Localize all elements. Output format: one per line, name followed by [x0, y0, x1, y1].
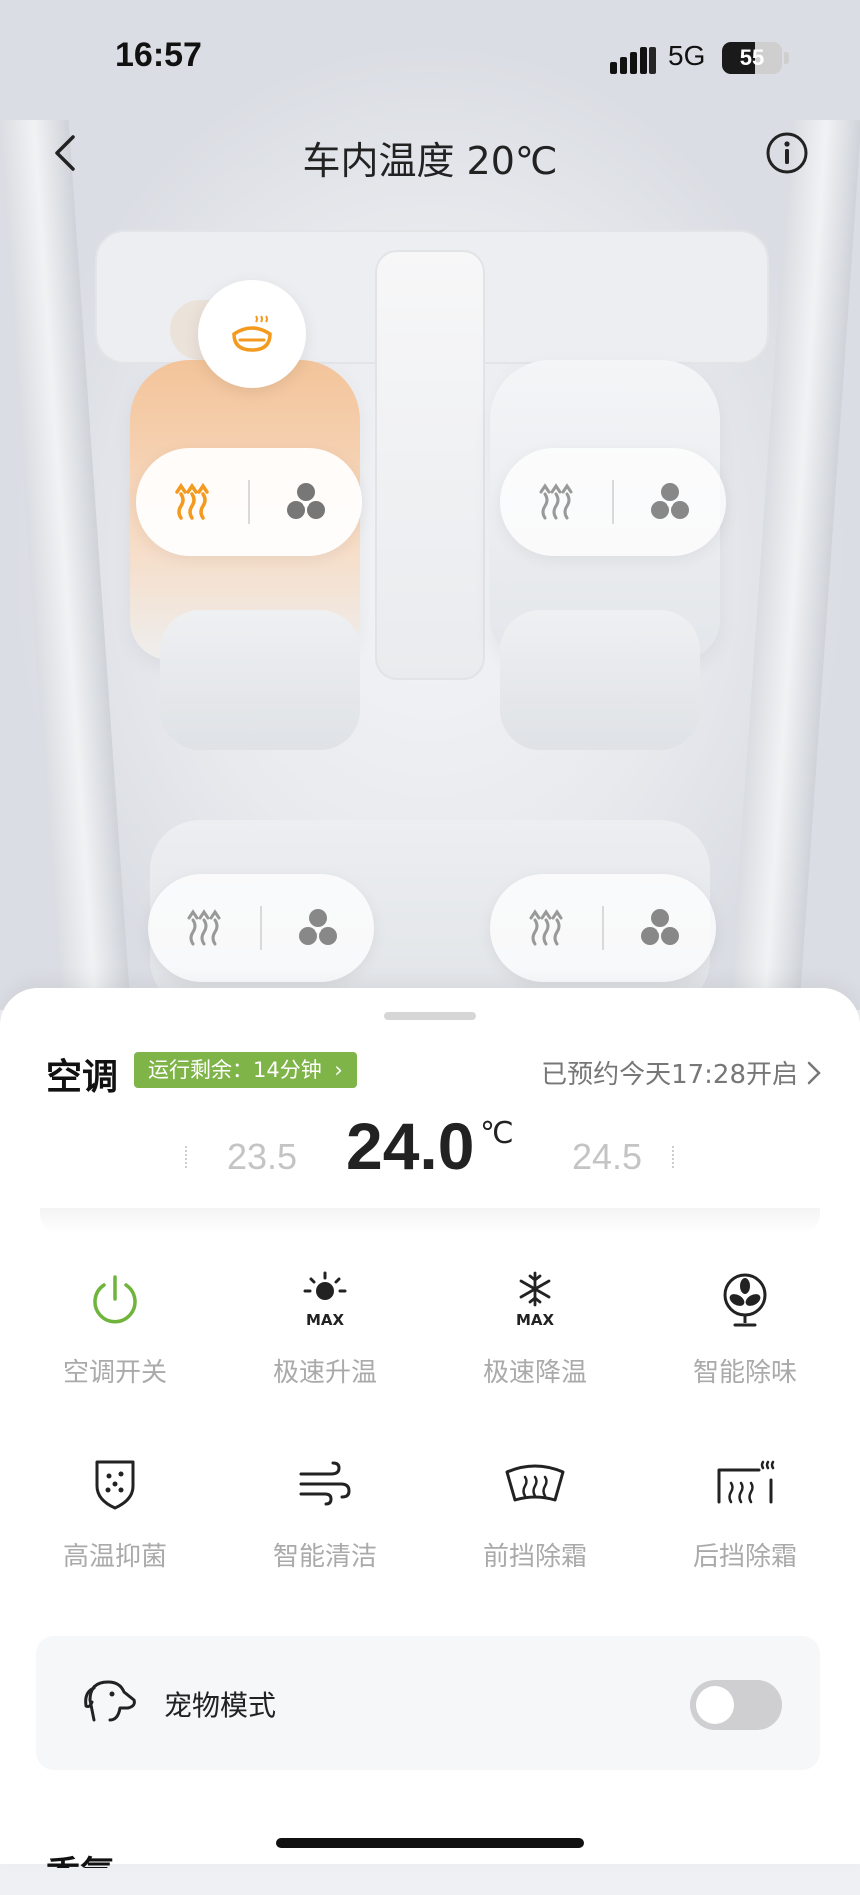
shield-dots-icon: [95, 1460, 135, 1510]
function-grid-row-2: 高温抑菌 智能清洁 前挡除霜 后挡除霜: [0, 1452, 860, 1573]
info-icon: [766, 132, 808, 174]
front-right-seat-controls: [500, 448, 726, 556]
seat-heat-icon: [175, 482, 209, 520]
schedule-link[interactable]: 已预约今天17:28开启: [541, 1054, 822, 1091]
fn-label: 高温抑菌: [62, 1542, 167, 1572]
fn-label: 智能清洁: [272, 1542, 377, 1572]
front-right-seat-vent-button[interactable]: [614, 448, 726, 556]
seat-heat-icon: [187, 909, 221, 946]
chevron-right-icon: [807, 1061, 821, 1084]
fan-icon: [641, 909, 679, 945]
front-left-seat-controls: [136, 448, 362, 556]
snowflake-max-icon: MAX: [516, 1271, 555, 1329]
runtime-remaining-label: 运行剩余：14分钟: [148, 1058, 322, 1082]
rear-right-seat-controls: [490, 874, 716, 982]
schedule-label: 已预约今天17:28开启: [541, 1060, 798, 1090]
svg-text:MAX: MAX: [306, 1311, 345, 1329]
temp-option-prev[interactable]: 23.5: [227, 1136, 297, 1178]
fragrance-section-title: 香氛: [46, 1854, 114, 1894]
status-bar: 16:57 5G 55: [0, 0, 860, 120]
picker-underline: [40, 1208, 820, 1234]
front-defrost-icon: [505, 1464, 565, 1502]
ac-section-title: 空调: [46, 1057, 119, 1098]
picker-tick: [672, 1146, 676, 1168]
wind-icon: [299, 1461, 351, 1506]
rear-left-seat-vent-button[interactable]: [262, 874, 374, 982]
battery-icon: 55: [722, 42, 782, 74]
pet-mode-card: 宠物模式: [36, 1636, 820, 1770]
smart-clean-button[interactable]: 智能清洁: [220, 1452, 430, 1573]
page-title: 车内温度 20℃: [302, 139, 558, 183]
home-indicator[interactable]: [276, 1838, 584, 1848]
chevron-right-icon: ›: [334, 1058, 343, 1082]
fn-label: 前挡除霜: [482, 1542, 587, 1572]
front-left-cushion: [160, 610, 360, 750]
picker-tick: [185, 1146, 189, 1168]
steering-heat-icon: [232, 315, 272, 352]
ac-control-sheet: 空调 运行剩余：14分钟 › 已预约今天17:28开启 23.5 24.0 ℃ …: [0, 988, 860, 1868]
rear-left-seat-controls: [148, 874, 374, 982]
temperature-picker[interactable]: 23.5 24.0 ℃ 24.5: [40, 1108, 820, 1218]
temp-unit: ℃: [480, 1116, 514, 1151]
fan-icon: [651, 483, 689, 519]
front-right-seat-heat-button[interactable]: [500, 448, 612, 556]
quick-heat-button[interactable]: MAX 极速升温: [220, 1268, 430, 1389]
steering-wheel-heat-button[interactable]: [198, 280, 306, 388]
fn-label: 极速降温: [482, 1358, 587, 1388]
runtime-remaining-badge[interactable]: 运行剩余：14分钟 ›: [134, 1052, 357, 1088]
fan-icon: [287, 483, 325, 519]
battery-tip: [784, 52, 789, 64]
dog-icon: [84, 1680, 136, 1722]
quick-cool-button[interactable]: MAX 极速降温: [430, 1268, 640, 1389]
rear-defrost-icon: [717, 1460, 775, 1504]
seat-heat-icon: [529, 909, 563, 946]
pet-mode-toggle[interactable]: [690, 1680, 782, 1730]
front-left-seat-heat-button[interactable]: [136, 448, 248, 556]
rear-right-seat-vent-button[interactable]: [604, 874, 716, 982]
clock: 16:57: [115, 36, 202, 74]
seat-heat-icon: [539, 483, 573, 520]
fan-icon: [723, 1273, 767, 1327]
front-defrost-button[interactable]: 前挡除霜: [430, 1452, 640, 1573]
toggle-knob: [696, 1686, 734, 1724]
signal-icon: [610, 47, 656, 74]
battery-level: 55: [739, 45, 765, 70]
smart-deodorize-button[interactable]: 智能除味: [640, 1268, 850, 1389]
temp-current: 24.0: [346, 1109, 475, 1183]
ac-power-button[interactable]: 空调开关: [10, 1268, 220, 1389]
svg-text:MAX: MAX: [516, 1311, 555, 1329]
power-icon: [93, 1275, 137, 1324]
fn-label: 空调开关: [62, 1358, 167, 1388]
sun-max-icon: MAX: [303, 1271, 347, 1329]
fn-label: 后挡除霜: [692, 1542, 797, 1572]
fn-label: 极速升温: [272, 1358, 377, 1388]
sheet-grabber[interactable]: [384, 1012, 476, 1020]
fn-label: 智能除味: [692, 1358, 797, 1388]
fan-icon: [299, 909, 337, 945]
network-type: 5G: [668, 40, 706, 71]
function-grid-row-1: 空调开关 MAX 极速升温 MAX 极速降温 智能除味: [0, 1268, 860, 1389]
rear-defrost-button[interactable]: 后挡除霜: [640, 1452, 850, 1573]
front-left-seat-vent-button[interactable]: [250, 448, 362, 556]
center-console: [375, 250, 485, 680]
high-temp-sterilize-button[interactable]: 高温抑菌: [10, 1452, 220, 1573]
info-button[interactable]: [762, 128, 812, 178]
pet-mode-label: 宠物模式: [164, 1689, 277, 1722]
rear-left-seat-heat-button[interactable]: [148, 874, 260, 982]
temp-option-next[interactable]: 24.5: [572, 1136, 642, 1178]
front-right-cushion: [500, 610, 700, 750]
rear-right-seat-heat-button[interactable]: [490, 874, 602, 982]
